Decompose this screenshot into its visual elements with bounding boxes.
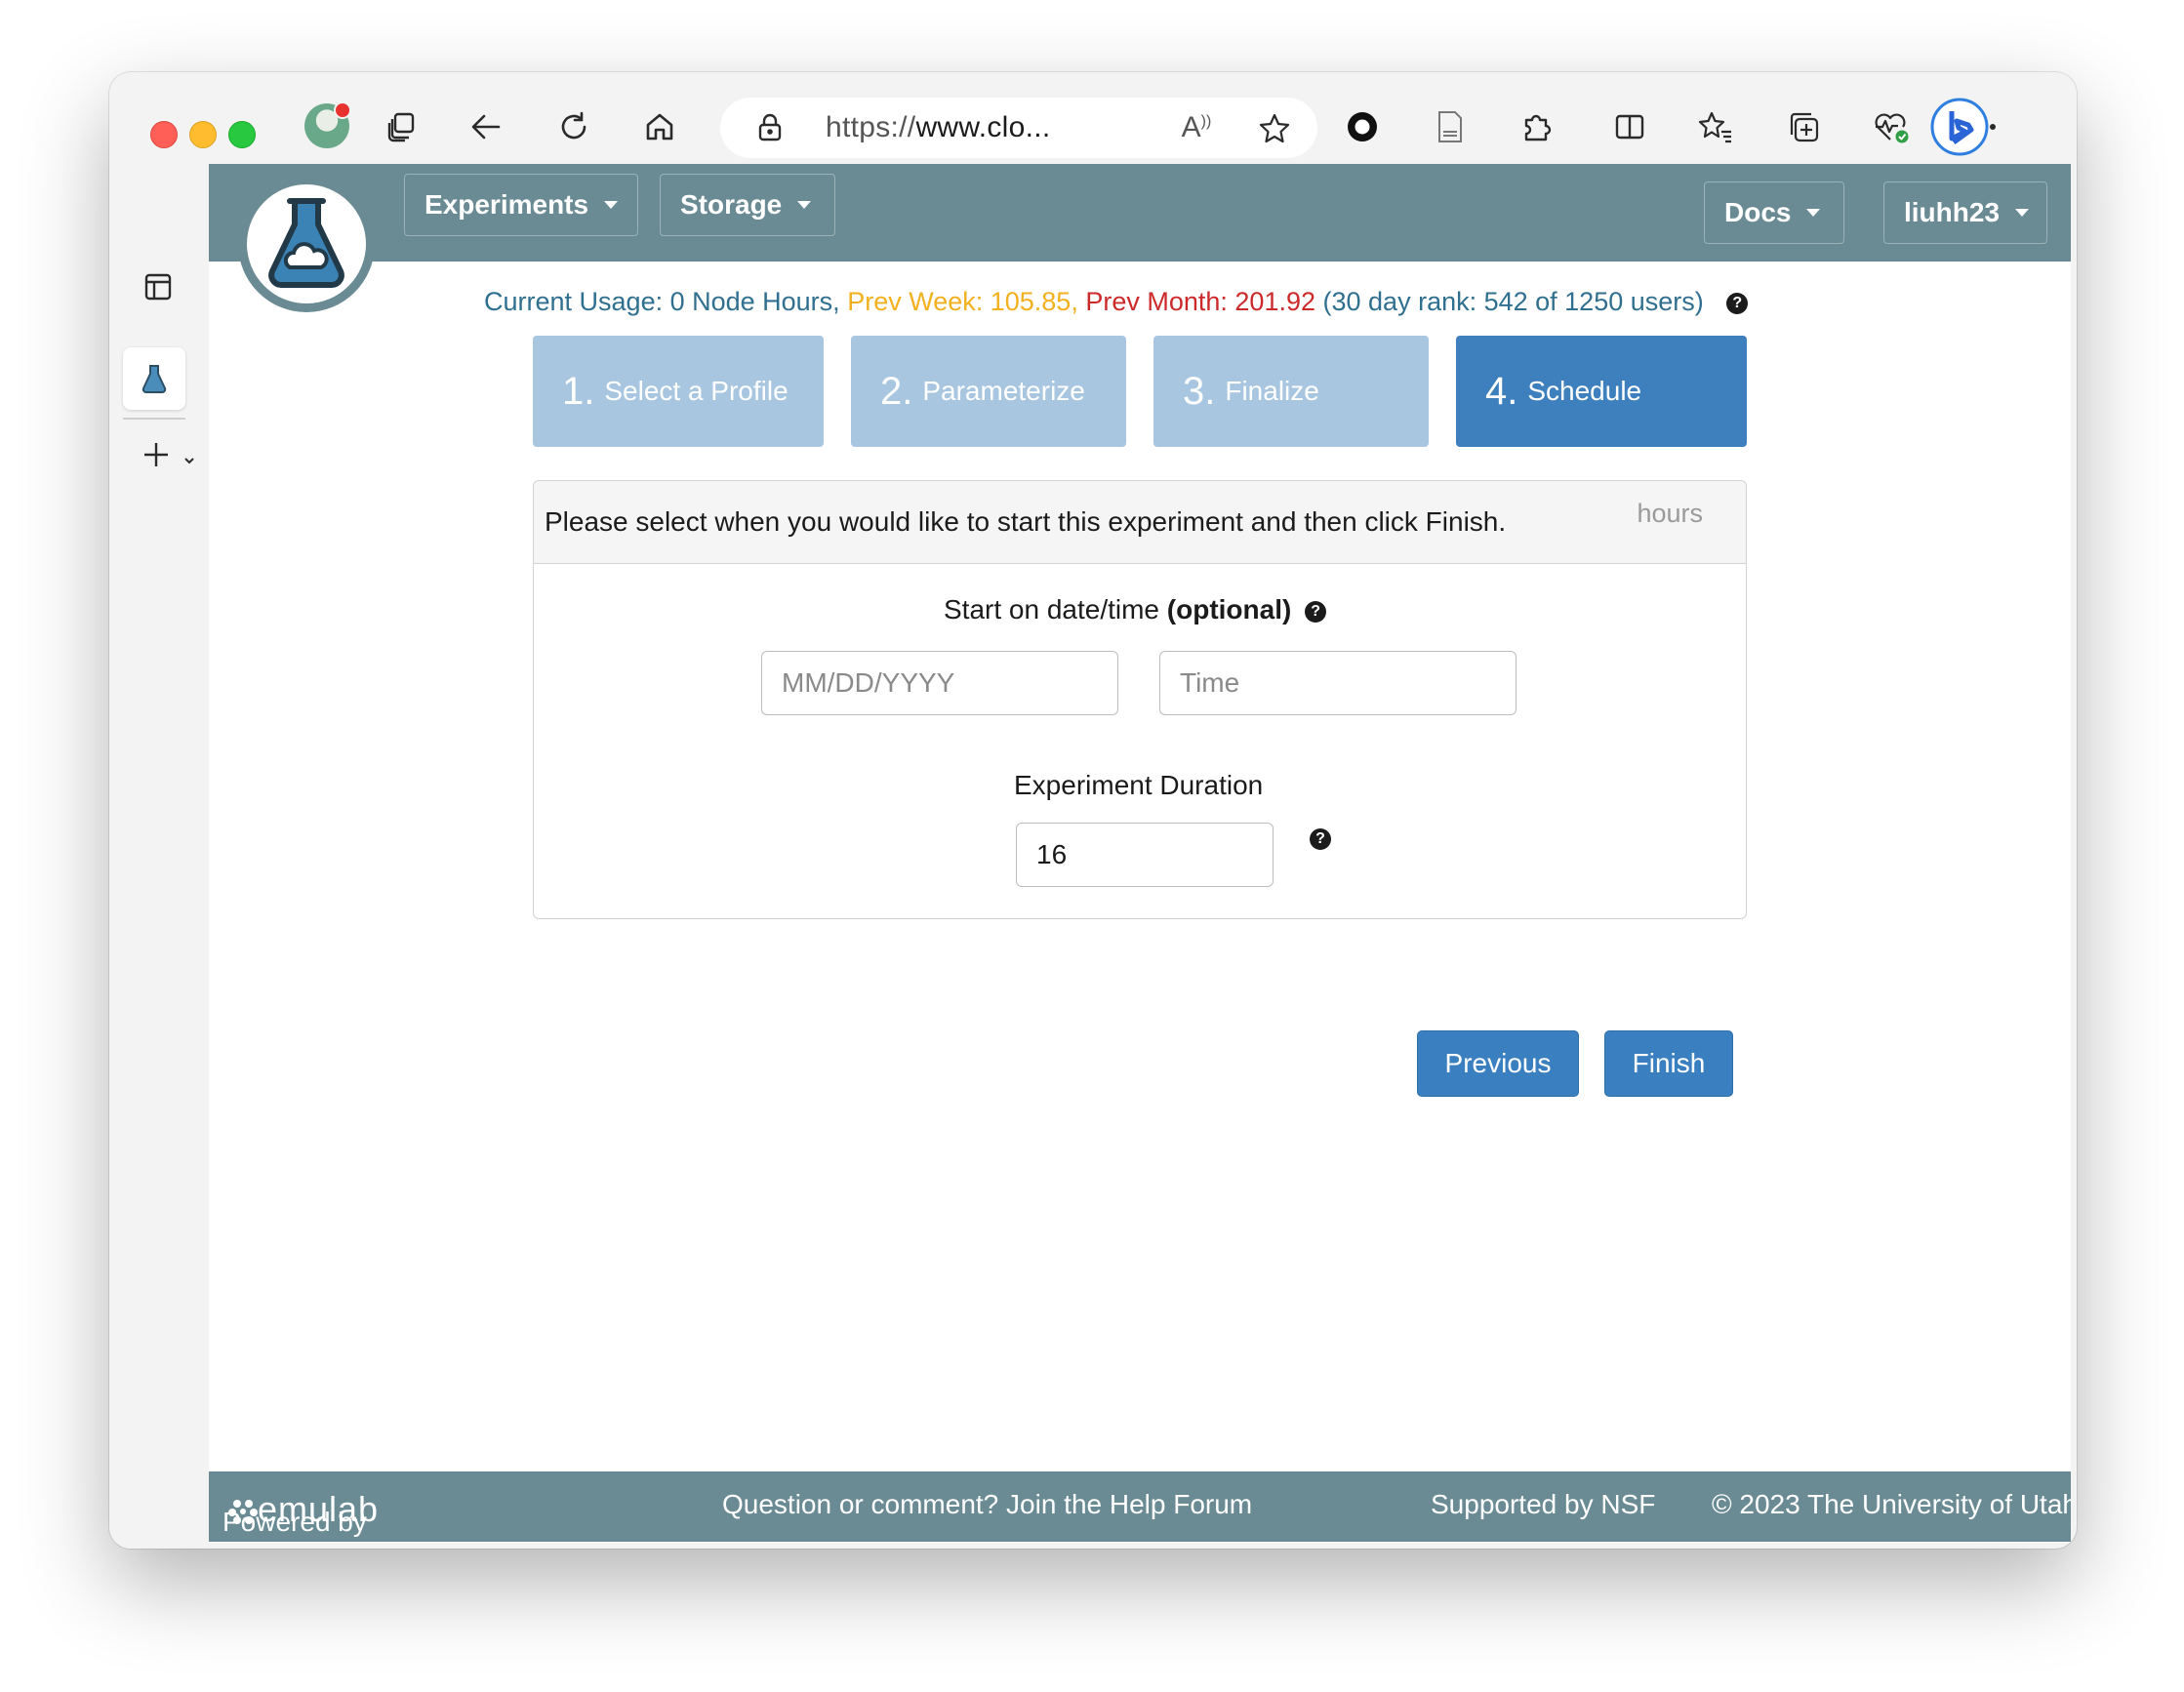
- hours-label: hours: [1637, 499, 1703, 528]
- start-date-input[interactable]: [761, 651, 1118, 715]
- document-icon[interactable]: [1429, 105, 1472, 148]
- help-forum-link[interactable]: Question or comment? Join the Help Forum: [722, 1489, 1252, 1520]
- footer: Powered by emulab Question or comment? J…: [209, 1471, 2071, 1542]
- new-tab-icon[interactable]: [139, 437, 174, 472]
- close-window-button[interactable]: [150, 121, 178, 148]
- caret-down-icon: [797, 201, 812, 209]
- url-text: https://www.clo...: [826, 111, 1051, 143]
- home-icon[interactable]: [640, 107, 679, 146]
- duration-input[interactable]: [1016, 823, 1274, 887]
- extensions-icon[interactable]: [1515, 105, 1557, 148]
- help-icon[interactable]: ?: [1726, 292, 1749, 314]
- finish-button[interactable]: Finish: [1604, 1030, 1733, 1097]
- browser-window: https://www.clo... A)) Experiments Stora…: [109, 72, 2077, 1549]
- tabs-icon[interactable]: [383, 107, 422, 146]
- notification-dot: [334, 101, 351, 119]
- cloudlab-logo[interactable]: [238, 176, 375, 312]
- minimize-window-button[interactable]: [189, 121, 217, 148]
- bing-icon[interactable]: [1928, 96, 1991, 158]
- tab-divider: [123, 418, 185, 420]
- refresh-icon[interactable]: [554, 107, 593, 146]
- split-screen-icon[interactable]: [1608, 105, 1651, 148]
- step-schedule[interactable]: 4. Schedule: [1456, 336, 1747, 447]
- prev-month-usage: Prev Month: 201.92: [1085, 287, 1315, 316]
- health-icon[interactable]: [1870, 105, 1913, 148]
- user-menu[interactable]: liuhh23: [1883, 181, 2047, 244]
- help-icon[interactable]: ?: [1305, 600, 1327, 623]
- top-navbar: Experiments Storage Docs liuhh23: [209, 164, 2071, 262]
- instruction-text: Please select when you would like to sta…: [545, 506, 1507, 537]
- profile-avatar[interactable]: [304, 101, 351, 148]
- step-parameterize[interactable]: 2. Parameterize: [851, 336, 1126, 447]
- previous-button[interactable]: Previous: [1417, 1030, 1579, 1097]
- sidebar-toggle-icon[interactable]: [139, 267, 178, 306]
- favorite-star-icon[interactable]: [1255, 109, 1294, 148]
- caret-down-icon: [2015, 209, 2030, 217]
- prev-week-usage: Prev Week: 105.85,: [847, 287, 1078, 316]
- panel-header: Please select when you would like to sta…: [534, 481, 1746, 564]
- duration-label: Experiment Duration: [1014, 770, 1264, 800]
- caret-down-icon: [604, 201, 619, 209]
- storage-menu[interactable]: Storage: [660, 174, 835, 236]
- nsf-link[interactable]: Supported by NSF: [1431, 1489, 1655, 1520]
- read-aloud-icon[interactable]: A)): [1177, 109, 1216, 146]
- schedule-panel: Please select when you would like to sta…: [533, 480, 1747, 919]
- experiments-menu[interactable]: Experiments: [404, 174, 638, 236]
- docs-menu[interactable]: Docs: [1704, 181, 1844, 244]
- caret-down-icon: [1806, 209, 1821, 217]
- address-bar[interactable]: https://www.clo... A)): [720, 98, 1317, 158]
- start-time-input[interactable]: [1159, 651, 1517, 715]
- flask-tab-icon[interactable]: [123, 347, 185, 410]
- chevron-down-icon[interactable]: [182, 453, 197, 468]
- favorites-icon[interactable]: [1694, 105, 1737, 148]
- lock-icon[interactable]: [753, 111, 787, 144]
- start-datetime-label: Start on date/time (optional) ?: [944, 594, 1327, 625]
- usage-summary: Current Usage: 0 Node Hours, Prev Week: …: [484, 287, 1749, 317]
- web-page: Experiments Storage Docs liuhh23 Current…: [209, 164, 2071, 1543]
- copyright-text: © 2023 The University of Utah: [1712, 1489, 2071, 1519]
- maximize-window-button[interactable]: [228, 121, 256, 148]
- current-usage: Current Usage: 0 Node Hours,: [484, 287, 840, 316]
- usage-rank: (30 day rank: 542 of 1250 users): [1322, 287, 1704, 316]
- record-icon[interactable]: [1341, 105, 1384, 148]
- collections-icon[interactable]: [1782, 105, 1825, 148]
- back-icon[interactable]: [466, 107, 506, 146]
- step-finalize[interactable]: 3. Finalize: [1153, 336, 1429, 447]
- vertical-tab-bar: [109, 170, 209, 1549]
- help-icon[interactable]: ?: [1310, 828, 1331, 850]
- powered-by: Powered by emulab: [222, 1489, 380, 1537]
- step-select-profile[interactable]: 1. Select a Profile: [533, 336, 824, 447]
